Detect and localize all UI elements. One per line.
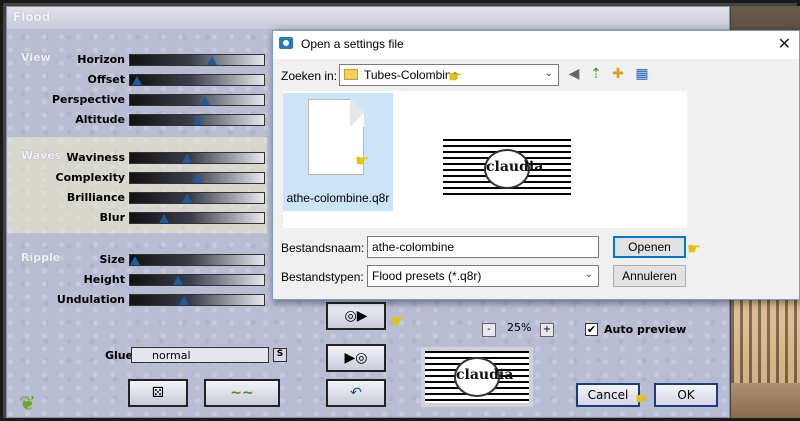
slider-track[interactable] xyxy=(129,114,265,126)
auto-preview-label: Auto preview xyxy=(604,323,687,336)
auto-preview[interactable]: ✔ Auto preview xyxy=(585,323,686,336)
pointing-hand-icon: ☛ xyxy=(687,239,702,258)
camera-icon xyxy=(279,37,293,49)
undo-button[interactable]: ↶ xyxy=(326,379,386,407)
pointing-hand-icon: ☛ xyxy=(355,151,370,170)
slider-thumb[interactable] xyxy=(206,56,217,65)
logo-badge: claudia xyxy=(454,357,514,397)
view-menu-icon[interactable]: ▦ xyxy=(633,65,651,83)
pointing-hand-icon: ☛ xyxy=(635,389,650,408)
glue-label: Glue xyxy=(105,349,134,362)
flood-ok-button[interactable]: OK xyxy=(654,383,718,407)
slider-label: Blur xyxy=(99,211,125,224)
preview-thumbnail: claudia xyxy=(421,347,533,407)
slider-label: Brilliance xyxy=(66,191,125,204)
file-item[interactable]: ☛ athe-colombine.q8r xyxy=(283,93,393,211)
open-settings-dialog: Open a settings file ✕ Zoeken in: Tubes-… xyxy=(272,30,800,300)
slider-thumb[interactable] xyxy=(172,276,183,285)
file-name: athe-colombine.q8r xyxy=(286,191,390,205)
file-list[interactable]: ☛ athe-colombine.q8r claudia xyxy=(283,91,687,228)
wave-icon: ∼∼ xyxy=(230,385,254,401)
slider-track[interactable] xyxy=(129,74,265,86)
flood-title: Flood xyxy=(13,10,51,24)
slider-thumb[interactable] xyxy=(193,174,203,183)
slider-label: Height xyxy=(83,273,125,286)
disk-load-icon: ▶◎ xyxy=(344,350,368,366)
zoom-out-button[interactable]: - xyxy=(482,323,496,337)
dialog-title: Open a settings file xyxy=(301,37,404,51)
s-button[interactable]: S xyxy=(273,348,287,362)
dialog-cancel-button[interactable]: Annuleren xyxy=(613,265,686,287)
preview-text: claudia xyxy=(486,159,544,175)
new-folder-icon[interactable]: ✚ xyxy=(609,65,627,83)
zoom-in-button[interactable]: + xyxy=(540,323,554,337)
slider-label: Undulation xyxy=(56,293,125,306)
slider-thumb[interactable] xyxy=(193,116,203,125)
look-in-label: Zoeken in: xyxy=(281,69,338,83)
slider-label: Altitude xyxy=(75,113,125,126)
load-preset-button[interactable]: ▶◎ xyxy=(326,344,386,372)
filetype-value: Flood presets (*.q8r) xyxy=(372,269,482,283)
close-button[interactable]: ✕ xyxy=(778,34,791,53)
screen-frame: Flood View Waves Ripple Horizon Offset Per… xyxy=(0,0,800,421)
disk-save-icon: ◎▶ xyxy=(344,308,368,324)
slider-track[interactable] xyxy=(129,212,265,224)
logo-text: claudia xyxy=(456,367,514,383)
slider-track[interactable] xyxy=(129,254,265,266)
pointing-hand-icon: ☛ xyxy=(391,311,406,330)
filename-label: Bestandsnaam: xyxy=(281,241,365,255)
filename-input[interactable]: athe-colombine xyxy=(367,236,599,258)
chevron-down-icon: ⌄ xyxy=(544,68,553,79)
dialog-title-bar: Open a settings file ✕ xyxy=(273,31,799,59)
look-in-value: Tubes-Colombine xyxy=(364,68,459,82)
undo-icon: ↶ xyxy=(350,385,362,401)
save-preset-button[interactable]: ◎▶ xyxy=(326,302,386,330)
glue-select[interactable]: normal xyxy=(131,347,269,363)
dice-icon: ⚄ xyxy=(151,385,165,401)
leaf-logo-icon: ❦ xyxy=(19,391,36,415)
zoom-level: 25% xyxy=(507,321,532,334)
slider-track[interactable] xyxy=(129,172,265,184)
auto-preview-checkbox[interactable]: ✔ xyxy=(585,323,598,336)
slider-label: Perspective xyxy=(51,93,125,106)
flood-cancel-button[interactable]: Cancel xyxy=(576,383,640,407)
pointing-hand-icon: ☛ xyxy=(448,67,463,86)
reset-button[interactable]: ∼∼ xyxy=(204,379,280,407)
slider-thumb[interactable] xyxy=(199,96,210,105)
filetype-label: Bestandstypen: xyxy=(281,270,364,284)
slider-track[interactable] xyxy=(129,274,265,286)
slider-thumb[interactable] xyxy=(179,296,190,305)
slider-thumb[interactable] xyxy=(159,214,169,223)
slider-track[interactable] xyxy=(129,294,265,306)
slider-track[interactable] xyxy=(129,192,265,204)
slider-track[interactable] xyxy=(129,152,265,164)
slider-label: Waviness xyxy=(66,151,126,164)
random-button[interactable]: ⚄ xyxy=(128,379,188,407)
slider-track[interactable] xyxy=(129,54,265,66)
up-folder-icon[interactable]: ⇡ xyxy=(587,65,605,83)
slider-label: Size xyxy=(99,253,125,266)
logo-badge: claudia xyxy=(484,149,544,189)
file-preview-image: claudia xyxy=(439,135,575,203)
slider-label: Offset xyxy=(87,73,125,86)
slider-label: Horizon xyxy=(77,53,125,66)
slider-thumb[interactable] xyxy=(182,154,193,163)
open-button[interactable]: Openen xyxy=(613,236,686,258)
slider-thumb[interactable] xyxy=(182,194,193,203)
folder-icon xyxy=(344,69,358,80)
slider-thumb[interactable] xyxy=(131,76,142,85)
filetype-select[interactable]: Flood presets (*.q8r) ⌄ xyxy=(367,265,599,287)
back-icon[interactable]: ◀ xyxy=(565,65,583,83)
slider-label: Complexity xyxy=(55,171,126,184)
slider-thumb[interactable] xyxy=(130,256,141,265)
flood-title-bar: Flood xyxy=(7,7,729,29)
chevron-down-icon: ⌄ xyxy=(584,269,593,280)
slider-track[interactable] xyxy=(129,94,265,106)
